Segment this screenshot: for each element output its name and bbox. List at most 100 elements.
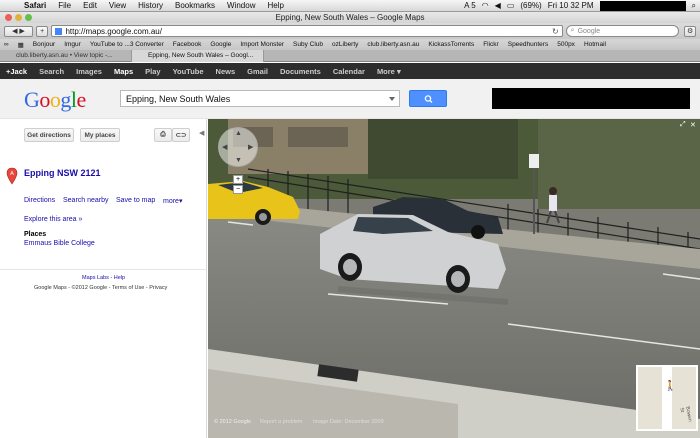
battery-percent[interactable]: (69%) — [520, 1, 541, 10]
place-title[interactable]: Epping NSW 2121 — [24, 168, 101, 178]
street-view[interactable]: ▲ ▼ ◀ ▶ + − ⤢ ✕ 🚶 Bowen St © 2012 Google… — [208, 119, 700, 438]
menu-bookmarks[interactable]: Bookmarks — [169, 0, 221, 12]
site-favicon-icon — [55, 27, 63, 35]
bookmark-suby-club[interactable]: Suby Club — [293, 41, 323, 48]
bookmark-facebook[interactable]: Facebook — [173, 41, 202, 48]
bookmark-club-liberty[interactable]: club.liberty.asn.au — [367, 41, 419, 48]
print-icon[interactable]: ⎙ — [154, 128, 172, 142]
tab-club-liberty[interactable]: club.liberty.asn.au • View topic -... — [0, 50, 132, 62]
save-to-map-link[interactable]: Save to map — [116, 197, 155, 204]
bookmark-bonjour[interactable]: Bonjour — [33, 41, 55, 48]
bookmark-speedhunters[interactable]: Speedhunters — [508, 41, 548, 48]
gbar-maps[interactable]: Maps — [108, 67, 139, 76]
bookmark-imgur[interactable]: Imgur — [64, 41, 81, 48]
street-view-minimap[interactable]: 🚶 Bowen St — [636, 365, 698, 431]
chevron-down-icon[interactable]: ▼ — [235, 157, 242, 164]
report-problem-link[interactable]: Report a problem — [260, 419, 303, 425]
zoom-out-button[interactable]: − — [233, 185, 243, 194]
volume-icon[interactable]: ◀ — [495, 1, 501, 10]
search-nearby-link[interactable]: Search nearby — [63, 197, 109, 204]
my-places-button[interactable]: My places — [80, 128, 120, 142]
expand-icon[interactable]: ⤢ — [680, 121, 686, 129]
chevron-down-icon[interactable] — [389, 97, 395, 101]
menu-app[interactable]: Safari — [18, 0, 52, 12]
settings-gear-icon[interactable]: ⚙ — [684, 25, 696, 37]
menu-window[interactable]: Window — [221, 0, 261, 12]
bookmark-hotmail[interactable]: Hotmail — [584, 41, 606, 48]
clock[interactable]: Fri 10 32 PM — [548, 1, 594, 10]
bookmark-ozliberty[interactable]: ozLiberty — [332, 41, 358, 48]
wifi-icon[interactable]: ◠ — [482, 1, 489, 10]
copyright-footer[interactable]: Google Maps - ©2012 Google - Terms of Us… — [34, 285, 167, 291]
zoom-in-button[interactable]: + — [233, 175, 243, 184]
gbar-profile[interactable]: +Jack — [0, 67, 33, 76]
bookmark-kickass[interactable]: KickassTorrents — [428, 41, 474, 48]
reading-list-icon[interactable]: ∞ — [4, 41, 9, 48]
explore-area-link[interactable]: Explore this area » — [24, 216, 82, 223]
menu-history[interactable]: History — [132, 0, 169, 12]
bookmark-google[interactable]: Google — [210, 41, 231, 48]
more-link[interactable]: more▾ — [163, 197, 182, 205]
search-field[interactable]: ⌕ Google — [565, 25, 680, 37]
chevron-right-icon[interactable]: ▶ — [248, 143, 253, 151]
menu-edit[interactable]: Edit — [77, 0, 103, 12]
gbar-images[interactable]: Images — [70, 67, 108, 76]
maps-header: Google Epping, New South Wales — [0, 79, 700, 119]
chevron-up-icon[interactable]: ▲ — [235, 130, 242, 137]
menu-file[interactable]: File — [52, 0, 77, 12]
bookmark-import-monster[interactable]: Import Monster — [240, 41, 284, 48]
place-item-emmaus[interactable]: Emmaus Bible College — [24, 240, 95, 247]
minimize-window-button[interactable] — [15, 14, 22, 21]
maps-labs-help-links[interactable]: Maps Labs - Help — [82, 275, 125, 281]
status-a-label[interactable]: A 5 — [464, 1, 476, 10]
street-view-image[interactable] — [208, 119, 700, 438]
menu-view[interactable]: View — [103, 0, 132, 12]
chevron-left-icon[interactable]: ◀ — [222, 143, 227, 151]
menu-help[interactable]: Help — [261, 0, 289, 12]
gbar-calendar[interactable]: Calendar — [327, 67, 371, 76]
tab-bar: club.liberty.asn.au • View topic -... Ep… — [0, 50, 700, 62]
maps-search-input[interactable]: Epping, New South Wales — [120, 90, 400, 107]
gbar-search[interactable]: Search — [33, 67, 70, 76]
battery-icon[interactable]: ▭ — [507, 1, 515, 10]
top-sites-icon[interactable]: ▦ — [18, 41, 24, 49]
close-icon[interactable]: ✕ — [690, 121, 696, 129]
gbar-youtube[interactable]: YouTube — [167, 67, 210, 76]
logo-letter: G — [24, 87, 40, 112]
reload-icon[interactable]: ↻ — [552, 27, 559, 36]
gbar-play[interactable]: Play — [139, 67, 166, 76]
marker-pin-icon[interactable]: A — [6, 167, 18, 185]
address-bar[interactable]: http://maps.google.com.au/ ↻ — [51, 25, 563, 37]
map-copyright: © 2012 Google — [214, 419, 252, 425]
gbar-gmail[interactable]: Gmail — [241, 67, 274, 76]
maps-search-query: Epping, New South Wales — [126, 94, 231, 104]
close-window-button[interactable] — [5, 14, 12, 21]
gbar-more-label: More — [376, 66, 395, 76]
gbar-news[interactable]: News — [210, 67, 242, 76]
bookmark-500px[interactable]: 500px — [557, 41, 575, 48]
minimap-street-label: Bowen St — [678, 406, 693, 423]
directions-link[interactable]: Directions — [24, 197, 55, 204]
places-heading: Places — [24, 231, 47, 238]
search-button[interactable] — [409, 90, 447, 107]
gbar-more[interactable]: More ▾ — [371, 67, 407, 76]
building-window — [288, 127, 348, 147]
tab-google-maps[interactable]: Epping, New South Wales – Googl... — [132, 50, 264, 62]
minimap-road — [662, 367, 672, 431]
zoom-window-button[interactable] — [25, 14, 32, 21]
link-icon[interactable]: ⊂⊃ — [172, 128, 190, 142]
gbar-documents[interactable]: Documents — [274, 67, 327, 76]
back-forward-buttons[interactable]: ◀ ▶ — [4, 25, 33, 37]
pegman-icon[interactable]: 🚶 — [664, 381, 676, 392]
spotlight-icon[interactable]: ⌕ — [692, 1, 696, 11]
collapse-panel-icon[interactable]: ◀ — [199, 129, 204, 137]
tree-canopy — [538, 119, 700, 209]
get-directions-button[interactable]: Get directions — [24, 128, 74, 142]
pan-control[interactable]: ▲ ▼ ◀ ▶ — [218, 127, 258, 167]
more-link-label: more — [163, 198, 179, 205]
bookmark-flickr[interactable]: Flickr — [483, 41, 499, 48]
window-title: Epping, New South Wales – Google Maps — [275, 13, 425, 22]
add-bookmark-button[interactable]: + — [35, 25, 49, 37]
google-logo[interactable]: Google — [24, 87, 86, 113]
bookmark-youtube-converter[interactable]: YouTube to ...3 Converter — [90, 41, 164, 48]
